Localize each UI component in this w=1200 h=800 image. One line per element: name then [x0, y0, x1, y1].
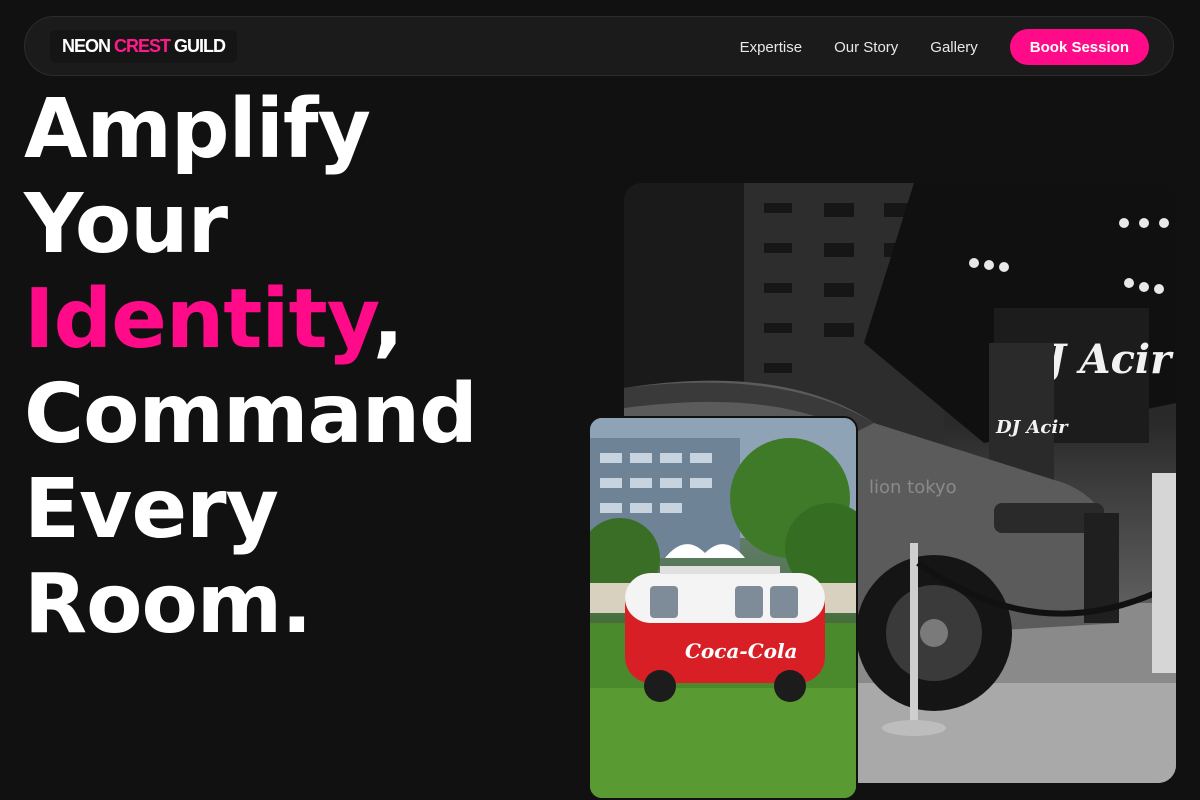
hero-line-4: Command — [24, 367, 478, 462]
hero-line-3: Identity, — [24, 272, 477, 367]
hero-line-1: Amplify — [24, 82, 371, 177]
stage-sign-small-text: DJ Acir — [995, 417, 1069, 438]
photo-watermark: lion tokyo — [869, 477, 957, 498]
van-brand-text: Coca-Cola — [685, 639, 798, 663]
nav-link-our-story[interactable]: Our Story — [834, 39, 898, 56]
nav-links: Expertise Our Story Gallery Book Session — [740, 29, 1149, 65]
hero-line-5: Every — [24, 462, 279, 557]
hero-line-2: Your — [24, 177, 228, 272]
van-photo-illustration: Coca-Cola — [590, 418, 856, 798]
event-photo-van: Coca-Cola — [588, 416, 858, 800]
hero-headline: Amplify Your Identity, Command Every Roo… — [24, 82, 478, 652]
hero-line-6: Room. — [24, 557, 312, 652]
top-navigation-bar: NEON CREST GUILD Expertise Our Story Gal… — [24, 16, 1174, 76]
logo-word-guild: GUILD — [174, 36, 226, 56]
brand-logo[interactable]: NEON CREST GUILD — [50, 30, 238, 63]
book-session-button[interactable]: Book Session — [1009, 29, 1149, 65]
nav-link-gallery[interactable]: Gallery — [930, 39, 978, 56]
logo-word-neon: NEON — [62, 36, 111, 56]
nav-link-expertise[interactable]: Expertise — [740, 39, 803, 56]
hero-comma: , — [372, 272, 404, 367]
hero-accent-word: Identity — [24, 272, 374, 367]
logo-word-crest: CREST — [114, 36, 171, 56]
